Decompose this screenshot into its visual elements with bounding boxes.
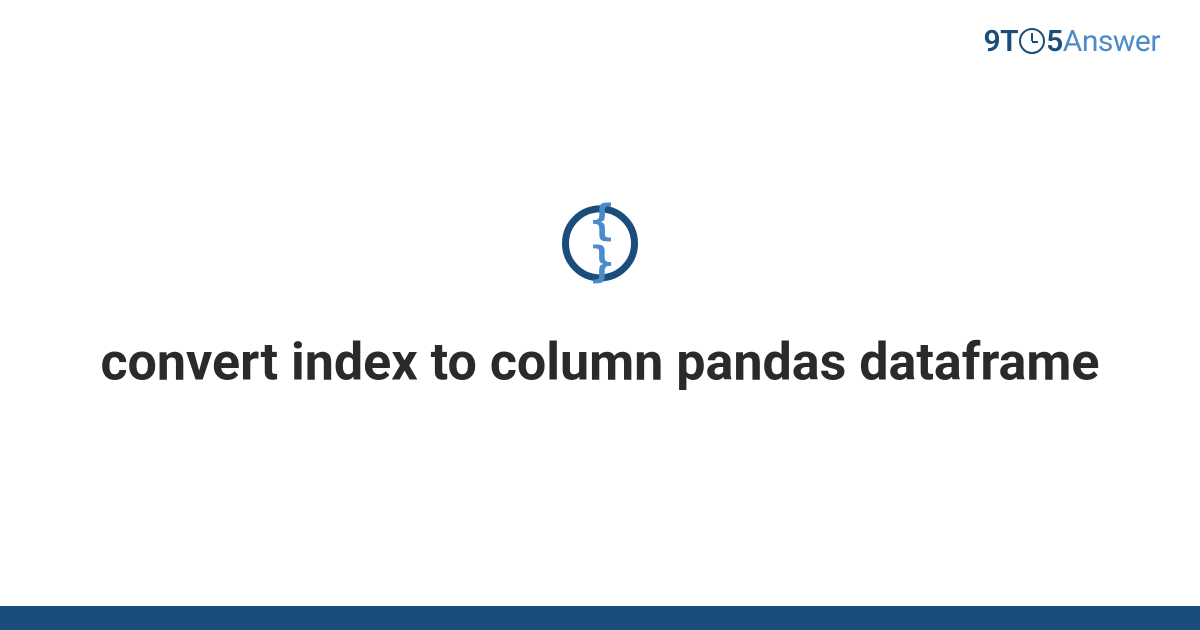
brand-t: T <box>1000 24 1018 59</box>
page-title: convert index to column pandas dataframe <box>0 329 1200 394</box>
brand-logo: 9T5Answer <box>984 24 1160 59</box>
brand-nine: 9 <box>984 24 1001 59</box>
main-content: { } convert index to column pandas dataf… <box>0 205 1200 394</box>
braces-glyph: { } <box>569 199 631 283</box>
clock-icon <box>1019 28 1045 54</box>
brand-answer: Answer <box>1063 24 1160 59</box>
code-braces-icon: { } <box>562 205 638 281</box>
brand-five: 5 <box>1046 24 1063 59</box>
footer-bar <box>0 606 1200 630</box>
